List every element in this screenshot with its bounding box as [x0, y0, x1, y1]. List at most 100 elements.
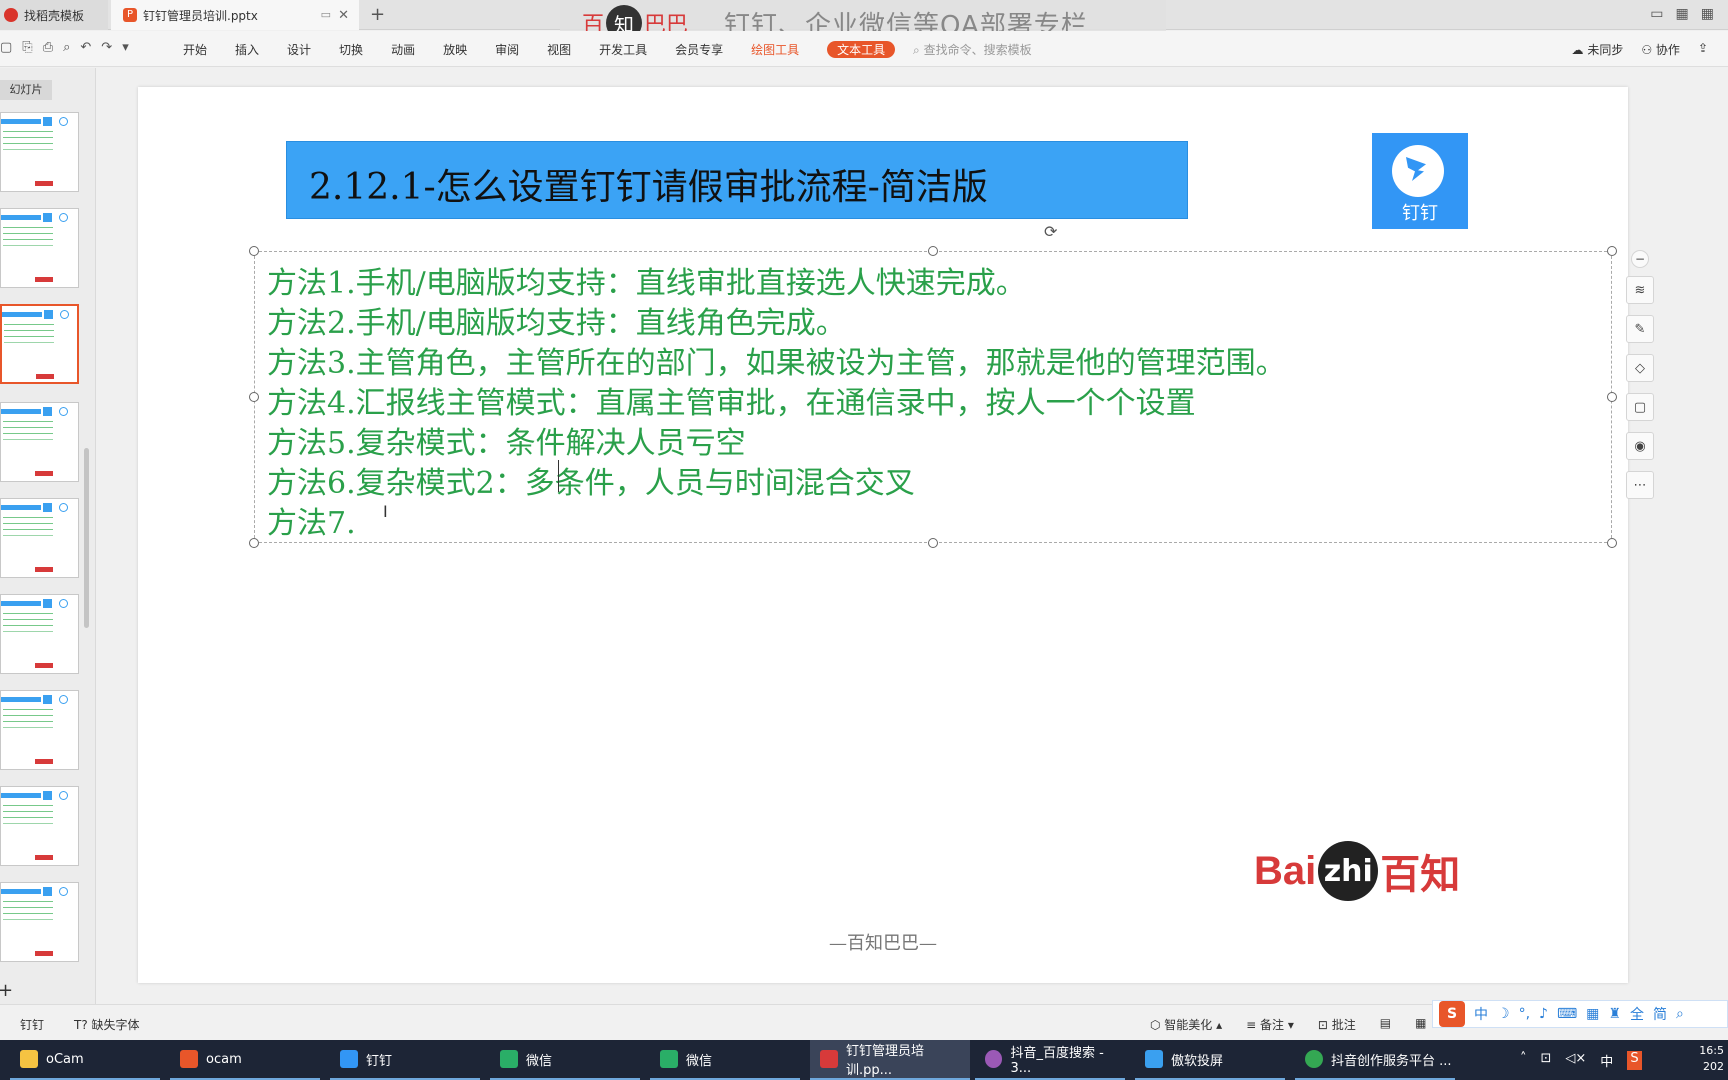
rotate-handle-icon[interactable]: ⟳ — [1044, 222, 1057, 241]
new-tab-button[interactable]: + — [370, 4, 385, 25]
tab-daoke[interactable]: 找稻壳模板 — [0, 0, 108, 30]
pin-icon[interactable]: ▭ — [321, 8, 331, 21]
menu-animation[interactable]: 动画 — [391, 41, 415, 58]
apps-icon[interactable]: ▦ — [1701, 6, 1714, 22]
resize-handle[interactable] — [249, 538, 259, 548]
keyboard-icon[interactable]: ⌨ — [1557, 1006, 1577, 1022]
sync-button[interactable]: ☁ 未同步 — [1572, 41, 1624, 58]
volume-icon[interactable]: ◁× — [1565, 1051, 1586, 1070]
menu-text-tools[interactable]: 文本工具 — [827, 41, 896, 58]
sogou-tray-icon[interactable]: S — [1627, 1051, 1642, 1070]
resize-handle[interactable] — [1607, 392, 1617, 402]
command-search[interactable]: ⌕ 查找命令、搜索模板 — [913, 41, 1032, 58]
missing-font-button[interactable]: T? 缺失字体 — [74, 1016, 140, 1033]
taskbar-label: ocam — [206, 1051, 242, 1067]
redo-icon[interactable]: ↷ — [101, 40, 112, 55]
resize-handle[interactable] — [928, 246, 938, 256]
preview-icon[interactable]: ⌕ — [63, 40, 70, 55]
ime-lang[interactable]: 中 — [1474, 1004, 1488, 1024]
taskbar-item-ocam-folder[interactable]: oCam — [10, 1040, 160, 1080]
slide-thumb[interactable] — [0, 208, 79, 288]
dingtalk-icon — [340, 1050, 358, 1068]
grid-icon[interactable]: ▦ — [1586, 1006, 1599, 1022]
title-box[interactable]: 2.12.1-怎么设置钉钉请假审批流程-简洁版 — [286, 141, 1188, 219]
taskbar-item-wps[interactable]: 钉钉管理员培训.pp... — [810, 1040, 970, 1080]
taskbar-item-browser[interactable]: 抖音_百度搜索 - 3... — [975, 1040, 1125, 1080]
slide-thumb[interactable] — [0, 402, 79, 482]
clock[interactable]: 16:5 202 — [1699, 1043, 1724, 1075]
menu-insert[interactable]: 插入 — [235, 41, 259, 58]
slide-thumb[interactable] — [0, 786, 79, 866]
moon-icon[interactable]: ☽ — [1497, 1006, 1510, 1022]
resize-handle[interactable] — [1607, 538, 1617, 548]
chevron-down-icon[interactable]: ▾ — [122, 40, 129, 55]
menu-slideshow[interactable]: 放映 — [443, 41, 467, 58]
frame-icon[interactable]: ▢ — [1626, 393, 1654, 421]
beautify-button[interactable]: ⬡ 智能美化 ▴ — [1150, 1016, 1222, 1033]
menu-developer[interactable]: 开发工具 — [599, 41, 647, 58]
dingtalk-logo[interactable]: 钉钉 — [1372, 133, 1468, 229]
menu-view[interactable]: 视图 — [547, 41, 571, 58]
undo-icon[interactable]: ↶ — [80, 40, 91, 55]
taskbar-item-chrome[interactable]: 抖音创作服务平台 ... — [1295, 1040, 1455, 1080]
slide-canvas[interactable]: 2.12.1-怎么设置钉钉请假审批流程-简洁版 钉钉 ⟳ 方法1.手机/电脑版均… — [138, 87, 1654, 983]
network-icon[interactable]: ⊡ — [1541, 1051, 1552, 1070]
layers-icon[interactable]: ≋ — [1626, 276, 1654, 304]
notes-button[interactable]: ≡ 备注 ▾ — [1246, 1016, 1294, 1033]
tab-pptx[interactable]: P 钉钉管理员培训.pptx ▭ ✕ — [111, 0, 359, 30]
minimize-icon[interactable]: − — [1631, 250, 1649, 268]
simple-icon[interactable]: 简 — [1653, 1004, 1667, 1024]
tray-lang[interactable]: 中 — [1600, 1051, 1613, 1070]
collab-button[interactable]: ⚇ 协作 — [1641, 41, 1680, 58]
slide-thumb[interactable] — [0, 112, 79, 192]
more-icon[interactable]: ⋯ — [1626, 471, 1654, 499]
menu-drawing-tools[interactable]: 绘图工具 — [751, 41, 799, 58]
full-icon[interactable]: 全 — [1630, 1004, 1644, 1024]
punct-icon[interactable]: °, — [1519, 1006, 1530, 1022]
slide-thumb[interactable] — [0, 690, 79, 770]
resize-handle[interactable] — [928, 538, 938, 548]
slide-thumb[interactable] — [0, 498, 79, 578]
slide-thumb[interactable] — [0, 594, 79, 674]
menu-review[interactable]: 审阅 — [495, 41, 519, 58]
grid-icon[interactable]: ▦ — [1676, 6, 1689, 22]
share-icon[interactable]: ⇪ — [1698, 41, 1708, 58]
close-icon[interactable]: ✕ — [338, 8, 349, 23]
resize-handle[interactable] — [1607, 246, 1617, 256]
taskbar-item-ocam[interactable]: ocam — [170, 1040, 320, 1080]
normal-view-icon[interactable]: ▤ — [1380, 1016, 1391, 1033]
sorter-view-icon[interactable]: ▦ — [1415, 1016, 1426, 1033]
chrome-icon — [1305, 1050, 1323, 1068]
menu-home[interactable]: 开始 — [183, 41, 207, 58]
taskbar-item-wechat-2[interactable]: 微信 — [650, 1040, 800, 1080]
panel-scrollbar[interactable] — [84, 448, 89, 628]
taskbar-item-wechat[interactable]: 微信 — [490, 1040, 640, 1080]
layout-icon[interactable]: ▭ — [1650, 6, 1663, 22]
menu-transition[interactable]: 切换 — [339, 41, 363, 58]
search-icon[interactable]: ⌕ — [1676, 1006, 1684, 1022]
taskbar-label: 钉钉 — [366, 1053, 393, 1069]
save-icon[interactable]: ⎘ — [22, 40, 32, 55]
sogou-icon[interactable]: S — [1439, 1001, 1465, 1027]
comment-button[interactable]: ⊡ 批注 — [1318, 1016, 1356, 1033]
pen-icon[interactable]: ✎ — [1626, 315, 1654, 343]
fill-icon[interactable]: ◇ — [1626, 354, 1654, 382]
shirt-icon[interactable]: ♜ — [1608, 1006, 1621, 1022]
print-icon[interactable]: ⎙ — [43, 40, 53, 55]
content-text-box[interactable]: ⟳ 方法1.手机/电脑版均支持：直线审批直接选人快速完成。 方法2.手机/电脑版… — [249, 222, 1617, 548]
add-slide-button[interactable]: + — [0, 980, 13, 1001]
mic-icon[interactable]: ♪ — [1539, 1006, 1548, 1022]
taskbar-item-screencast[interactable]: 傲软投屏 — [1135, 1040, 1285, 1080]
bulb-icon[interactable]: ◉ — [1626, 432, 1654, 460]
resize-handle[interactable] — [249, 392, 259, 402]
status-dingtalk[interactable]: 钉钉 — [20, 1016, 44, 1033]
chevron-up-icon[interactable]: ˄ — [1520, 1051, 1527, 1070]
menu-design[interactable]: 设计 — [287, 41, 311, 58]
slide-footer: —百知巴巴— — [829, 933, 937, 954]
slide-thumb[interactable] — [0, 882, 79, 962]
open-icon[interactable]: ▢ — [0, 40, 12, 55]
slide-thumb-active[interactable] — [0, 304, 79, 384]
resize-handle[interactable] — [249, 246, 259, 256]
taskbar-item-dingtalk[interactable]: 钉钉 — [330, 1040, 480, 1080]
menu-member[interactable]: 会员专享 — [675, 41, 723, 58]
